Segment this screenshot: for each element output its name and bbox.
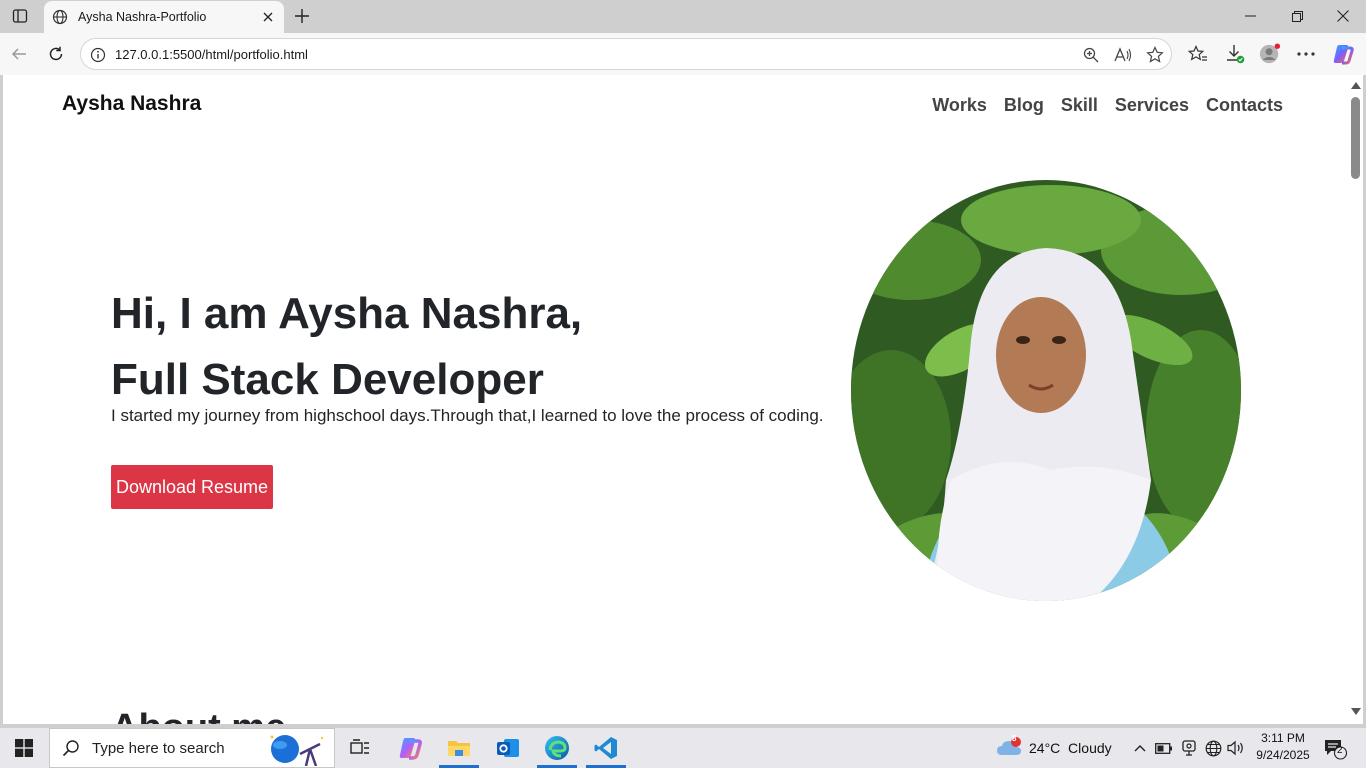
volume-icon[interactable] xyxy=(1227,739,1245,757)
file-explorer-icon[interactable] xyxy=(435,728,483,768)
clock-time: 3:11 PM xyxy=(1261,731,1305,745)
read-aloud-icon[interactable] xyxy=(1114,46,1132,64)
url-text[interactable]: 127.0.0.1:5500/html/portfolio.html xyxy=(115,47,308,62)
windows-taskbar: Type here to search 8 24°C Cloudy 3:11 P… xyxy=(0,728,1366,768)
search-highlight-icon xyxy=(264,732,328,766)
close-window-icon[interactable] xyxy=(1331,6,1355,26)
globe-icon xyxy=(52,9,68,25)
taskbar-search-box[interactable]: Type here to search xyxy=(49,728,335,768)
zoom-icon[interactable] xyxy=(1082,46,1100,64)
tab-title: Aysha Nashra-Portfolio xyxy=(78,10,207,24)
site-brand[interactable]: Aysha Nashra xyxy=(62,92,201,116)
hero-heading-line2: Full Stack Developer xyxy=(111,355,544,404)
downloads-icon[interactable] xyxy=(1224,43,1246,65)
browser-toolbar: 127.0.0.1:5500/html/portfolio.html xyxy=(0,33,1366,75)
weather-badge: 8 xyxy=(1012,734,1017,743)
hero-intro: I started my journey from highschool day… xyxy=(111,406,824,425)
more-options-icon[interactable] xyxy=(1295,43,1317,65)
search-placeholder: Type here to search xyxy=(92,739,225,757)
system-clock[interactable]: 3:11 PM 9/24/2025 xyxy=(1245,730,1321,764)
weather-text[interactable]: 24°C Cloudy xyxy=(1029,740,1112,756)
browser-tab[interactable]: Aysha Nashra-Portfolio xyxy=(44,1,284,33)
page-scrollbar[interactable] xyxy=(1348,75,1363,724)
profile-photo xyxy=(851,180,1241,601)
meet-now-icon[interactable] xyxy=(1180,739,1198,757)
scroll-down-icon[interactable] xyxy=(1351,708,1361,718)
windows-start-icon[interactable] xyxy=(0,728,48,768)
copilot-app-icon[interactable] xyxy=(386,728,434,768)
favorite-star-icon[interactable] xyxy=(1146,46,1164,64)
battery-icon[interactable] xyxy=(1155,739,1173,757)
download-resume-button[interactable]: Download Resume xyxy=(111,465,273,509)
nav-link-blog[interactable]: Blog xyxy=(1004,95,1044,116)
address-bar[interactable]: 127.0.0.1:5500/html/portfolio.html xyxy=(80,38,1172,70)
notification-count: 2 xyxy=(1337,745,1343,756)
about-heading: About me xyxy=(111,707,286,724)
nav-link-skill[interactable]: Skill xyxy=(1061,95,1098,116)
site-info-icon[interactable] xyxy=(89,46,107,64)
scrollbar-thumb[interactable] xyxy=(1351,97,1360,179)
task-view-icon[interactable] xyxy=(336,728,384,768)
search-icon xyxy=(62,739,80,757)
network-globe-icon[interactable] xyxy=(1204,739,1222,757)
notifications-icon[interactable] xyxy=(1324,738,1348,760)
favorites-icon[interactable] xyxy=(1187,43,1209,65)
hero-heading: Hi, I am Aysha Nashra, Full Stack Develo… xyxy=(111,281,582,413)
copilot-icon[interactable] xyxy=(1332,43,1354,65)
refresh-icon[interactable] xyxy=(44,42,68,66)
edge-browser-icon[interactable] xyxy=(533,728,581,768)
page-viewport: Aysha Nashra Works Blog Skill Services C… xyxy=(3,75,1348,724)
hero-heading-line1: Hi, I am Aysha Nashra, xyxy=(111,289,583,338)
nav-link-contacts[interactable]: Contacts xyxy=(1206,95,1283,116)
site-nav: Works Blog Skill Services Contacts xyxy=(915,95,1283,116)
back-icon[interactable] xyxy=(7,42,31,66)
browser-tab-bar: Aysha Nashra-Portfolio xyxy=(0,0,1366,33)
outlook-icon[interactable] xyxy=(484,728,532,768)
scroll-up-icon[interactable] xyxy=(1351,82,1361,92)
nav-link-services[interactable]: Services xyxy=(1115,95,1189,116)
restore-icon[interactable] xyxy=(1285,6,1309,26)
clock-date: 9/24/2025 xyxy=(1256,748,1310,762)
vscode-icon[interactable] xyxy=(582,728,630,768)
weather-cloud-icon[interactable] xyxy=(996,736,1022,758)
profile-avatar-icon[interactable] xyxy=(1259,43,1281,65)
close-tab-icon[interactable] xyxy=(260,9,276,25)
show-hidden-icons-chevron-icon[interactable] xyxy=(1131,739,1149,757)
tab-actions-icon[interactable] xyxy=(9,6,31,26)
new-tab-icon[interactable] xyxy=(291,6,313,26)
nav-link-works[interactable]: Works xyxy=(932,95,987,116)
minimize-icon[interactable] xyxy=(1238,6,1262,26)
